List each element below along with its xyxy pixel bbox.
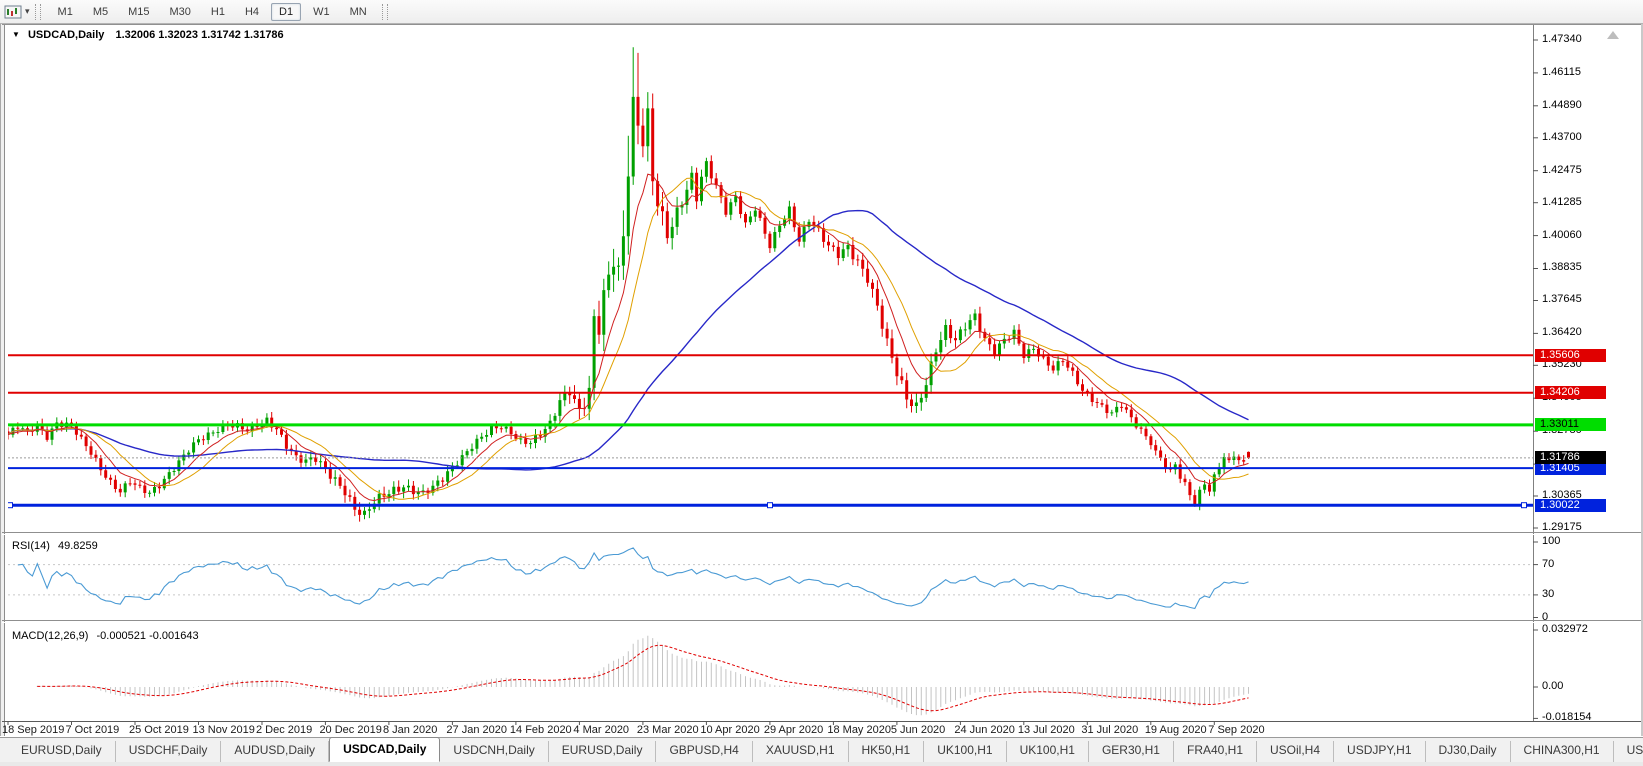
chart-tabs-bar: EURUSD,Daily USDCHF,Daily AUDUSD,Daily USDC… — [0, 737, 1643, 762]
date-tick-label: 23 Mar 2020 — [636, 724, 699, 736]
status-strip — [0, 762, 1643, 766]
chart-tab-8-hk50-h1[interactable]: HK50,H1 — [849, 741, 925, 762]
chart-tab-10-uk100-h1[interactable]: UK100,H1 — [1007, 741, 1089, 762]
chart-tab-1-usdchf-daily[interactable]: USDCHF,Daily — [116, 741, 222, 762]
rsi-value: 49.8259 — [57, 540, 98, 552]
chart-tab-3-usdcad-daily[interactable]: USDCAD,Daily — [329, 737, 441, 762]
macd-label: MACD(12,26,9) — [12, 630, 89, 642]
date-tick-label: 29 Apr 2020 — [763, 724, 824, 736]
date-tick-label: 13 Nov 2019 — [192, 724, 255, 736]
date-tick-label: 7 Sep 2020 — [1208, 724, 1265, 736]
chart-title: ▼ USDCAD,Daily 1.32006 1.32023 1.31742 1… — [12, 29, 284, 41]
chart-symbol-period: USDCAD,Daily — [27, 29, 105, 41]
date-tick-label: 19 Aug 2020 — [1144, 724, 1207, 736]
date-tick-label: 4 Mar 2020 — [573, 724, 630, 736]
chart-tab-12-fra40-h1[interactable]: FRA40,H1 — [1174, 741, 1258, 762]
chart-tab-2-audusd-daily[interactable]: AUDUSD,Daily — [221, 741, 330, 762]
chart-tab-0-eurusd-daily[interactable]: EURUSD,Daily — [8, 741, 116, 762]
date-tick-label: 13 Jul 2020 — [1017, 724, 1075, 736]
chart-tabs: EURUSD,Daily USDCHF,Daily AUDUSD,Daily USDC… — [8, 737, 1643, 762]
chart-tab-6-gbpusd-h4[interactable]: GBPUSD,H4 — [656, 741, 753, 762]
date-tick-label: 2 Dec 2019 — [255, 724, 313, 736]
date-tick-label: 14 Feb 2020 — [509, 724, 572, 736]
macd-values: -0.000521 -0.001643 — [96, 630, 199, 642]
chart-tab-16-china300-h1[interactable]: CHINA300,H1 — [1511, 741, 1614, 762]
date-tick-label: 27 Jan 2020 — [446, 724, 507, 736]
date-tick-label: 5 Jun 2020 — [890, 724, 946, 736]
chart-tab-4-usdcnh-daily[interactable]: USDCNH,Daily — [440, 741, 549, 762]
date-tick-label: 7 Oct 2019 — [65, 724, 120, 736]
chart-tab-11-ger30-h1[interactable]: GER30,H1 — [1089, 741, 1174, 762]
macd-label-row: MACD(12,26,9) -0.000521 -0.001643 — [12, 630, 199, 642]
date-tick-label: 18 Sep 2019 — [2, 724, 65, 736]
chart-tab-9-uk100-h1[interactable]: UK100,H1 — [924, 741, 1007, 762]
date-tick-label: 24 Jun 2020 — [954, 724, 1015, 736]
chart-tab-5-eurusd-daily[interactable]: EURUSD,Daily — [549, 741, 657, 762]
date-tick-label: 31 Jul 2020 — [1081, 724, 1139, 736]
chart-tab-17-usoil-h1[interactable]: USOil,H1 — [1614, 741, 1643, 762]
chart-canvas[interactable] — [0, 0, 1643, 766]
date-tick-label: 8 Jan 2020 — [382, 724, 438, 736]
chart-tab-13-usoil-h4[interactable]: USOil,H4 — [1257, 741, 1335, 762]
chart-ohlc-values: 1.32006 1.32023 1.31742 1.31786 — [115, 29, 284, 41]
rsi-label-row: RSI(14) 49.8259 — [12, 540, 98, 552]
date-tick-label: 18 May 2020 — [827, 724, 891, 736]
time-scale[interactable]: 18 Sep 2019 7 Oct 2019 25 Oct 2019 13 Nov 2… — [0, 721, 1643, 737]
symbol-dropdown-icon[interactable]: ▼ — [12, 30, 20, 39]
date-tick-label: 20 Dec 2019 — [319, 724, 382, 736]
chart-tab-14-usdjpy-h1[interactable]: USDJPY,H1 — [1334, 741, 1426, 762]
mt4-window: ▾ M1 M5 M15 M30 H1 H4 D1 W1 MN ▼ USDCAD,Daily 1.… — [0, 0, 1643, 766]
date-tick-label: 25 Oct 2019 — [128, 724, 189, 736]
axis-arrow-icon — [1607, 31, 1619, 39]
chart-tab-7-xauusd-h1[interactable]: XAUUSD,H1 — [753, 741, 849, 762]
chart-tab-15-dj30-daily[interactable]: DJ30,Daily — [1426, 741, 1511, 762]
rsi-label: RSI(14) — [12, 540, 50, 552]
date-tick-label: 10 Apr 2020 — [700, 724, 760, 736]
